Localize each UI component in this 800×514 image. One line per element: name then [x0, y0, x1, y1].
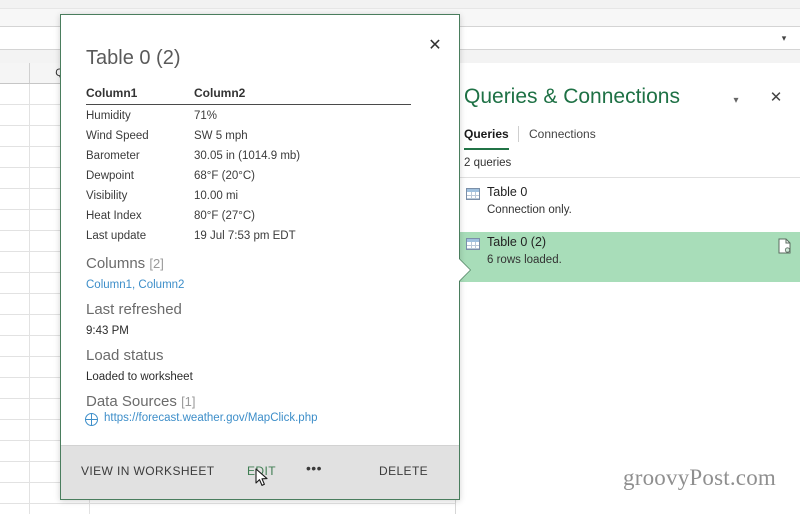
data-source-url-link[interactable]: https://forecast.weather.gov/MapClick.ph…: [104, 412, 318, 424]
preview-cell: 80°F (27°C): [194, 210, 255, 222]
close-icon[interactable]: ✕: [425, 36, 445, 56]
chevron-down-icon[interactable]: ▾: [778, 32, 790, 44]
ribbon-top-strip: [0, 0, 800, 9]
query-peek-popup: ✕ Table 0 (2) Column1 Column2 Humidity 7…: [60, 14, 470, 500]
chevron-down-icon[interactable]: ▾: [728, 93, 744, 109]
pane-divider: [456, 177, 800, 178]
list-item[interactable]: Table 0 Connection only.: [456, 182, 800, 230]
preview-cell: 30.05 in (1014.9 mb): [194, 150, 301, 162]
screen: ▾ Q Queries & Connections ▾ ✕: [0, 0, 800, 514]
table-icon: [466, 188, 480, 200]
data-sources-count: [1]: [181, 394, 196, 409]
peek-title: Table 0 (2): [86, 47, 181, 69]
preview-cell: Humidity: [86, 110, 131, 122]
tab-queries[interactable]: Queries: [464, 123, 509, 150]
last-refreshed-value: 9:43 PM: [86, 325, 129, 337]
more-options-button[interactable]: •••: [306, 460, 322, 476]
last-refreshed-heading: Last refreshed: [86, 301, 182, 318]
preview-cell: 10.00 mi: [194, 190, 239, 202]
pane-title: Queries & Connections: [464, 85, 680, 108]
preview-cell: Last update: [86, 230, 147, 242]
preview-header-rule: [86, 104, 411, 105]
query-status: Connection only.: [487, 204, 572, 216]
peek-callout-arrow: [459, 259, 470, 281]
preview-cell: Barometer: [86, 150, 140, 162]
preview-cell: SW 5 mph: [194, 130, 248, 142]
load-status-value: Loaded to worksheet: [86, 371, 193, 383]
preview-cell: 19 Jul 7:53 pm EDT: [194, 230, 296, 242]
column-header-a[interactable]: [0, 63, 30, 83]
list-item[interactable]: Table 0 (2) 6 rows loaded.: [456, 232, 800, 282]
preview-cell: 68°F (20°C): [194, 170, 255, 182]
preview-column-header: Column2: [194, 86, 246, 100]
data-sources-heading: Data Sources [1]: [86, 393, 196, 410]
query-count-label: 2 queries: [464, 157, 512, 169]
pane-tabs: Queries Connections: [456, 123, 800, 150]
preview-cell: Wind Speed: [86, 130, 149, 142]
mouse-cursor: [255, 468, 269, 488]
preview-cell: Heat Index: [86, 210, 142, 222]
query-status: 6 rows loaded.: [487, 254, 562, 266]
watermark: groovyPost.com: [623, 465, 776, 490]
columns-count: [2]: [149, 256, 164, 271]
preview-cell: Visibility: [86, 190, 128, 202]
tab-connections[interactable]: Connections: [529, 123, 596, 148]
view-in-worksheet-button[interactable]: VIEW IN WORKSHEET: [81, 464, 214, 478]
queries-and-connections-pane: Queries & Connections ▾ ✕ Queries Connec…: [455, 63, 800, 514]
document-icon[interactable]: [778, 238, 791, 254]
preview-cell: 71%: [194, 110, 218, 122]
tab-divider: [518, 126, 519, 142]
preview-cell: Dewpoint: [86, 170, 134, 182]
table-icon: [466, 238, 480, 250]
columns-section-heading: Columns [2]: [86, 255, 164, 272]
preview-column-header: Column1: [86, 86, 138, 100]
load-status-heading: Load status: [86, 347, 164, 364]
query-name: Table 0 (2): [487, 235, 547, 249]
query-name: Table 0: [487, 185, 528, 199]
columns-list-link[interactable]: Column1, Column2: [86, 279, 184, 291]
data-sources-heading-text: Data Sources: [86, 393, 177, 410]
globe-icon: [85, 413, 98, 426]
delete-button[interactable]: DELETE: [379, 464, 428, 478]
columns-heading-text: Columns: [86, 255, 146, 272]
close-icon[interactable]: ✕: [767, 89, 785, 107]
